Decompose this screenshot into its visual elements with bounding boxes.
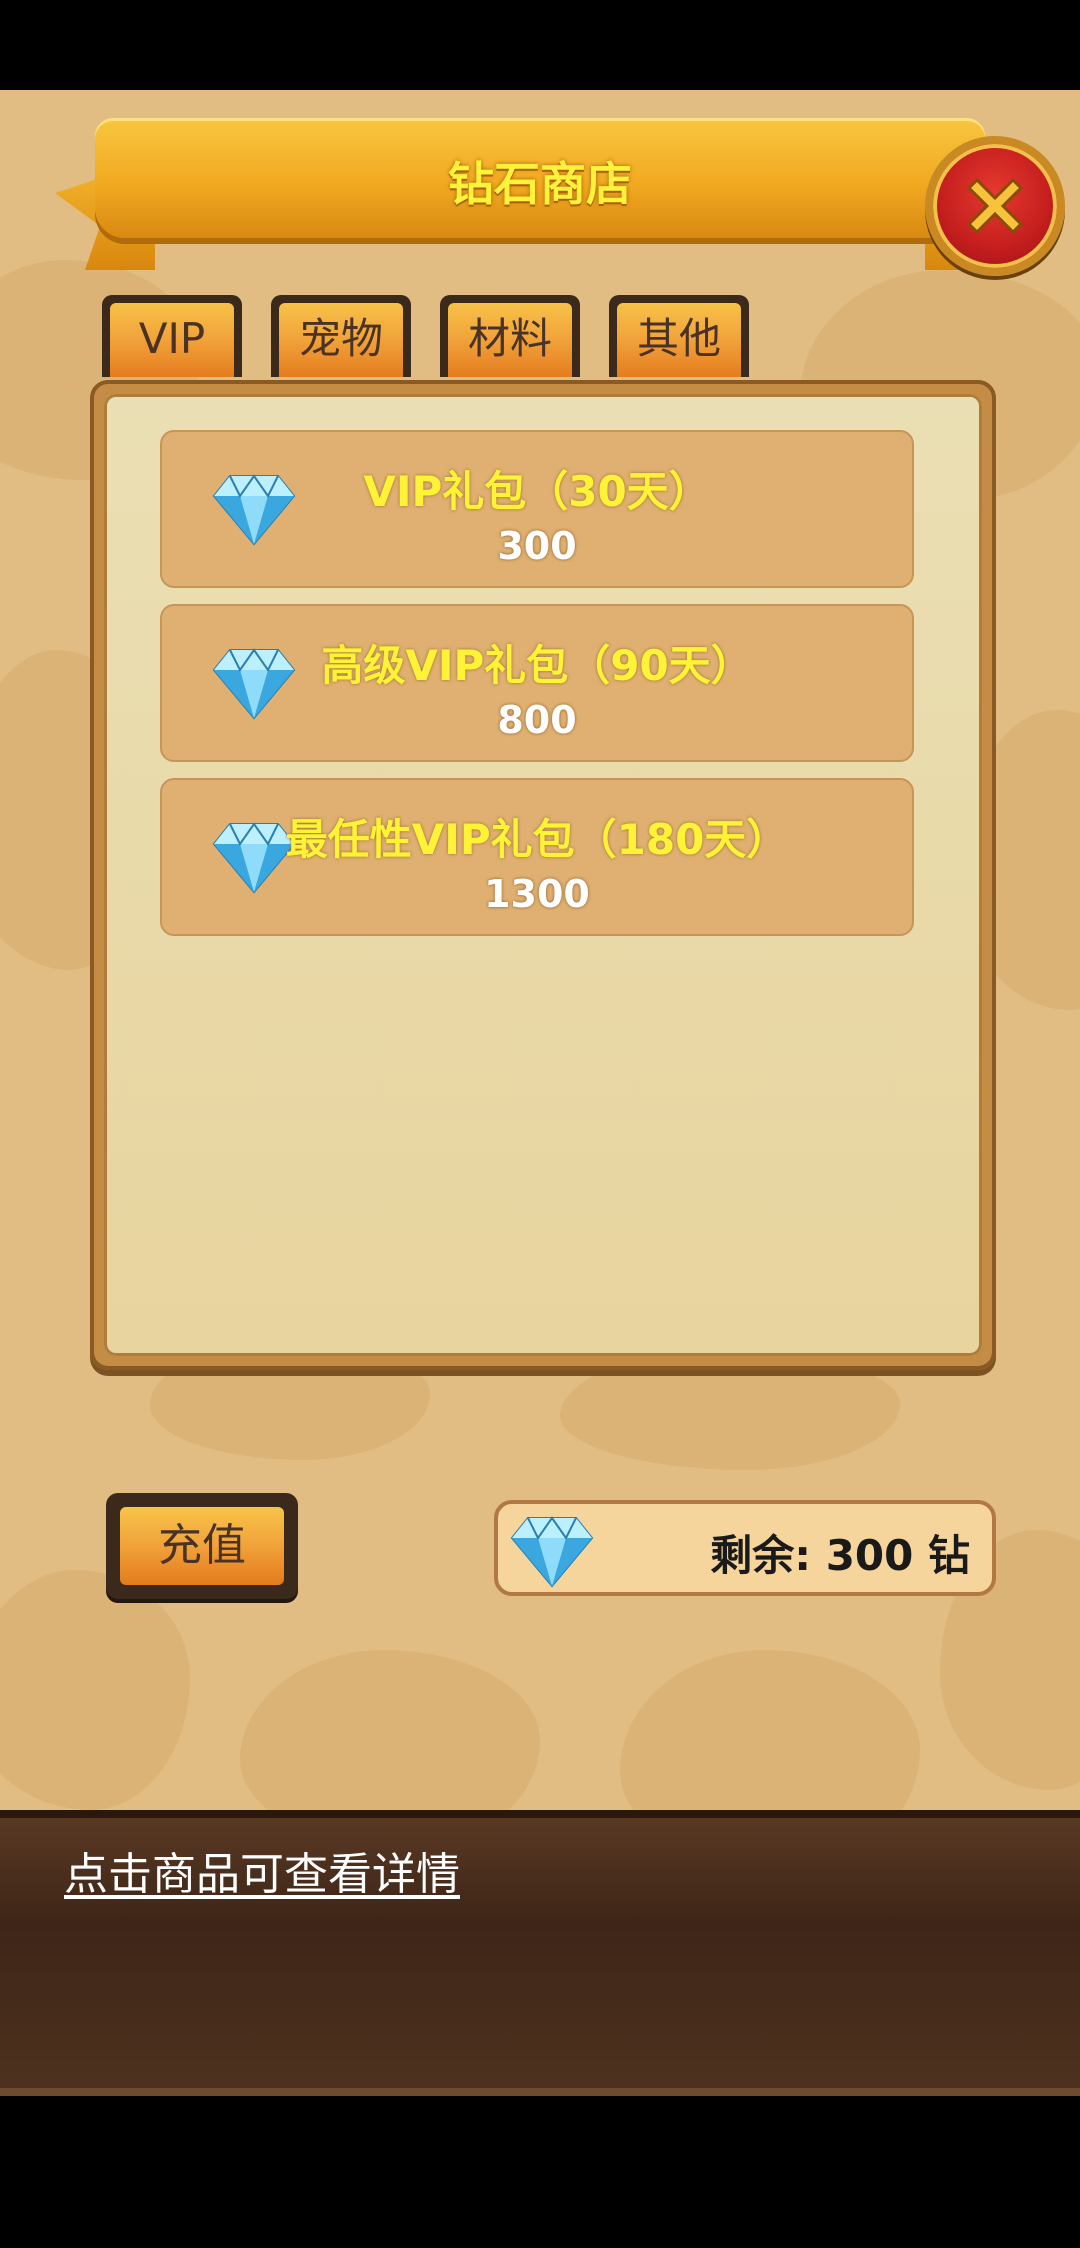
tab-other[interactable]: 其他 bbox=[609, 295, 749, 377]
item-name: 最任性VIP礼包（180天） bbox=[285, 815, 789, 864]
tab-vip[interactable]: VIP bbox=[102, 295, 242, 377]
item-name: 高级VIP礼包（90天） bbox=[321, 641, 753, 690]
shop-item-vip-30[interactable]: VIP礼包（30天） 300 bbox=[160, 430, 914, 588]
title-banner: 钻石商店 bbox=[95, 118, 1065, 276]
item-price: 300 bbox=[497, 524, 577, 568]
tab-pets[interactable]: 宠物 bbox=[271, 295, 411, 377]
page-title: 钻石商店 bbox=[448, 157, 632, 211]
item-name: VIP礼包（30天） bbox=[363, 467, 711, 516]
item-price: 800 bbox=[497, 698, 577, 742]
shop-item-vip-180[interactable]: 最任性VIP礼包（180天） 1300 bbox=[160, 778, 914, 936]
recharge-button[interactable]: 充值 bbox=[106, 1493, 298, 1599]
diamond-icon bbox=[510, 1516, 594, 1588]
close-icon bbox=[966, 177, 1024, 235]
diamond-balance: 剩余: 300 钻 bbox=[494, 1500, 996, 1596]
background-blob bbox=[0, 1570, 190, 1810]
tab-label: 材料 bbox=[448, 303, 572, 377]
background-blob bbox=[240, 1650, 540, 1810]
tab-label: 其他 bbox=[617, 303, 741, 377]
tab-label: 宠物 bbox=[279, 303, 403, 377]
balance-text: 剩余: 300 钻 bbox=[710, 1531, 970, 1580]
shop-screen: 钻石商店 VIP 宠物 材料 其他 VIP礼包（30天） 300 高级VIP礼包… bbox=[0, 90, 1080, 1810]
tab-label: VIP bbox=[110, 303, 234, 377]
recharge-label: 充值 bbox=[120, 1507, 284, 1585]
shop-item-vip-90[interactable]: 高级VIP礼包（90天） 800 bbox=[160, 604, 914, 762]
message-bar: 点击商品可查看详情 bbox=[0, 1810, 1080, 2096]
close-button[interactable] bbox=[925, 136, 1065, 276]
background-blob bbox=[620, 1650, 920, 1810]
hint-link[interactable]: 点击商品可查看详情 bbox=[64, 1838, 460, 1902]
tab-materials[interactable]: 材料 bbox=[440, 295, 580, 377]
item-price: 1300 bbox=[484, 872, 590, 916]
